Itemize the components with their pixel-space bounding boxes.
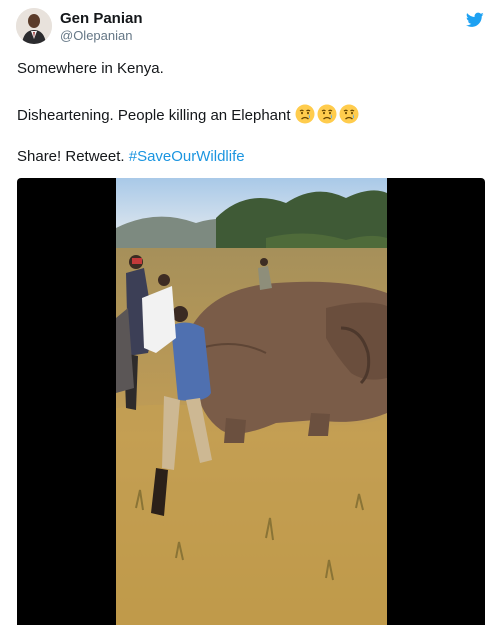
- crying-face-icon: [317, 104, 337, 124]
- emoji-group: [295, 104, 361, 129]
- user-handle[interactable]: @Olepanian: [60, 28, 143, 44]
- video-player[interactable]: [17, 178, 485, 625]
- crying-face-icon: [295, 104, 315, 124]
- avatar[interactable]: [16, 8, 52, 44]
- tweet-line-message: Disheartening. People killing an Elephan…: [17, 104, 361, 129]
- tweet-line-share: Share! Retweet. #SaveOurWildlife: [17, 148, 245, 166]
- crying-face-icon: [339, 104, 359, 124]
- tweet-line-location: Somewhere in Kenya.: [17, 60, 164, 77]
- video-still-image: [116, 178, 387, 625]
- video-frame[interactable]: [116, 178, 387, 625]
- tweet-card: Gen Panian @Olepanian Somewhere in Kenya…: [0, 0, 500, 625]
- tweet-header: Gen Panian @Olepanian: [16, 8, 484, 48]
- avatar-image: [16, 8, 52, 44]
- twitter-bird-icon[interactable]: [466, 12, 484, 28]
- user-names: Gen Panian @Olepanian: [60, 10, 143, 44]
- display-name[interactable]: Gen Panian: [60, 10, 143, 28]
- share-text: Share! Retweet.: [17, 148, 125, 165]
- tweet-message-text: Disheartening. People killing an Elephan…: [17, 107, 291, 124]
- hashtag-link[interactable]: #SaveOurWildlife: [129, 148, 245, 165]
